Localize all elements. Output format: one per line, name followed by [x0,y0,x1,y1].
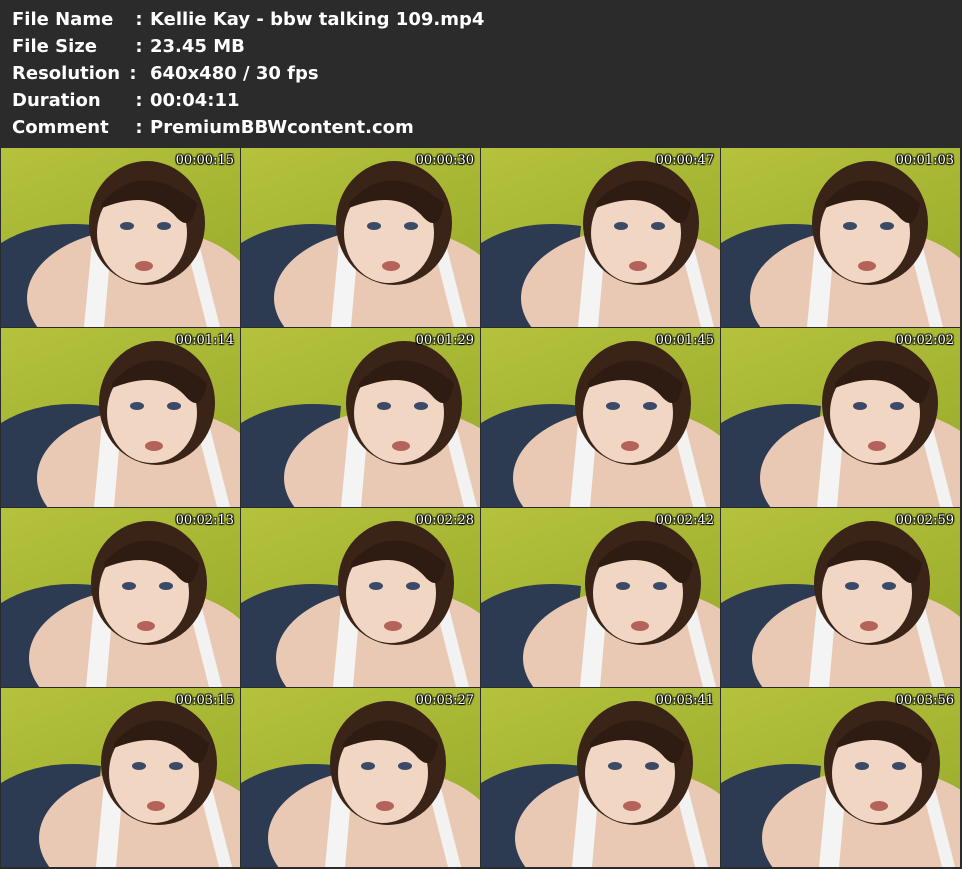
thumbnail-timestamp: 00:01:45 [655,333,714,348]
thumbnail-timestamp: 00:00:47 [655,153,714,168]
thumbnail-timestamp: 00:01:03 [895,153,954,168]
video-thumbnail: 00:02:59 [721,508,960,687]
thumbnail-timestamp: 00:01:29 [415,333,474,348]
info-value: 00:04:11 [150,90,240,111]
info-colon: : [135,117,143,138]
info-row-resolution: Resolution : 640x480 / 30 fps [12,60,319,87]
video-thumbnail: 00:02:13 [1,508,240,687]
info-value: Kellie Kay - bbw talking 109.mp4 [150,9,485,30]
video-thumbnail: 00:02:02 [721,328,960,507]
video-thumbnail: 00:02:28 [241,508,480,687]
info-row-file-name: File Name : Kellie Kay - bbw talking 109… [12,6,484,33]
video-thumbnail: 00:03:15 [1,688,240,867]
video-thumbnail: 00:00:15 [1,148,240,327]
thumbnail-frame [241,521,480,687]
thumbnail-frame [481,521,720,687]
video-thumbnail: 00:03:27 [241,688,480,867]
info-value: 23.45 MB [150,36,245,57]
info-label: Comment [12,117,109,138]
thumbnail-timestamp: 00:03:56 [895,693,954,708]
video-thumbnail: 00:01:29 [241,328,480,507]
video-thumbnail: 00:03:56 [721,688,960,867]
info-colon: : [129,63,137,84]
thumbnail-frame [241,341,480,507]
thumbnail-timestamp: 00:02:02 [895,333,954,348]
thumbnail-timestamp: 00:03:27 [415,693,474,708]
info-row-duration: Duration : 00:04:11 [12,87,240,114]
thumbnail-timestamp: 00:00:30 [415,153,474,168]
thumbnail-timestamp: 00:03:41 [655,693,714,708]
thumbnail-grid: 00:00:15 00:00:30 00:00:47 00:01:03 00:01:14… [0,147,962,869]
thumbnail-frame [1,161,240,327]
video-thumbnail: 00:03:41 [481,688,720,867]
thumbnail-frame [1,521,240,687]
thumbnail-timestamp: 00:02:42 [655,513,714,528]
thumbnail-frame [481,341,720,507]
info-label: File Size [12,36,97,57]
video-thumbnail: 00:00:47 [481,148,720,327]
info-label: Duration [12,90,101,111]
thumbnail-timestamp: 00:02:13 [175,513,234,528]
thumbnail-timestamp: 00:00:15 [175,153,234,168]
info-value: 640x480 / 30 fps [150,63,319,84]
thumbnail-frame [721,161,960,327]
file-info-panel: File Name : Kellie Kay - bbw talking 109… [0,0,962,147]
thumbnail-frame [241,161,480,327]
thumbnail-frame [721,341,960,507]
thumbnail-timestamp: 00:02:59 [895,513,954,528]
info-value: PremiumBBWcontent.com [150,117,414,138]
video-thumbnail: 00:01:03 [721,148,960,327]
thumbnail-timestamp: 00:01:14 [175,333,234,348]
thumbnail-frame [481,161,720,327]
video-thumbnail: 00:01:45 [481,328,720,507]
info-row-file-size: File Size : 23.45 MB [12,33,245,60]
thumbnail-frame [1,341,240,507]
thumbnail-timestamp: 00:03:15 [175,693,234,708]
thumbnail-frame [481,701,720,867]
video-thumbnail: 00:01:14 [1,328,240,507]
thumbnail-frame [241,701,480,867]
info-colon: : [135,36,143,57]
thumbnail-frame [1,701,240,867]
info-row-comment: Comment : PremiumBBWcontent.com [12,114,414,141]
thumbnail-frame [721,701,960,867]
info-colon: : [135,90,143,111]
video-thumbnail: 00:00:30 [241,148,480,327]
info-label: File Name [12,9,114,30]
info-colon: : [135,9,143,30]
info-label: Resolution [12,63,121,84]
video-thumbnail: 00:02:42 [481,508,720,687]
thumbnail-frame [721,521,960,687]
thumbnail-timestamp: 00:02:28 [415,513,474,528]
